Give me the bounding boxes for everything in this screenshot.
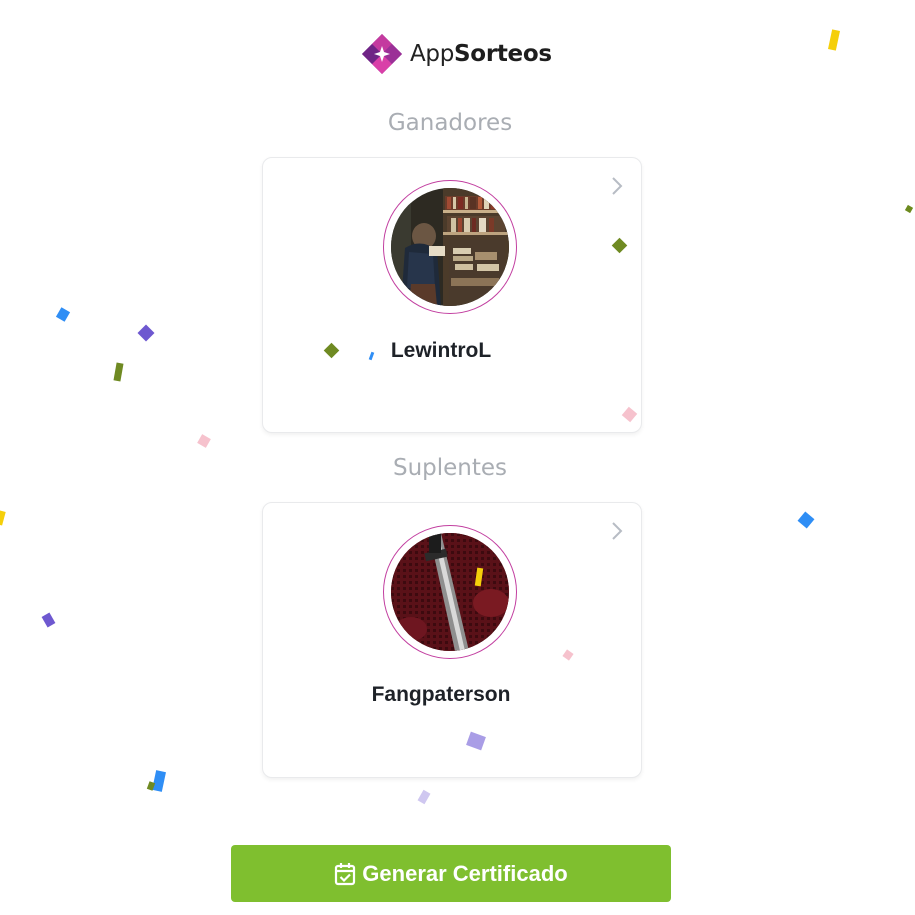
- confetti-piece: [828, 29, 840, 51]
- confetti-piece: [137, 324, 155, 342]
- confetti-piece: [417, 789, 431, 805]
- avatar-ring: [383, 525, 517, 659]
- confetti-piece: [41, 612, 56, 628]
- substitute-username: Fangpaterson: [371, 683, 511, 706]
- winner-username: LewintroL: [390, 339, 492, 362]
- confetti-piece: [197, 434, 211, 448]
- winners-title: Ganadores: [387, 110, 513, 136]
- generate-certificate-label: Generar Certificado: [362, 860, 568, 886]
- generate-certificate-button[interactable]: Generar Certificado: [231, 845, 671, 902]
- sword-photo-avatar: [391, 533, 509, 651]
- confetti-piece: [55, 307, 71, 322]
- confetti-piece: [152, 770, 166, 792]
- chevron-right-icon[interactable]: [609, 519, 625, 543]
- confetti-piece: [113, 362, 124, 382]
- avatar-ring: [383, 180, 517, 314]
- bookshelf-photo-avatar: [391, 188, 509, 306]
- brand-header[interactable]: AppSorteos: [360, 31, 552, 77]
- confetti-piece: [0, 510, 6, 526]
- appsorteos-logo-icon: [362, 34, 402, 74]
- winner-card[interactable]: LewintroL: [262, 157, 642, 433]
- confetti-piece: [904, 204, 914, 214]
- substitute-card[interactable]: Fangpaterson: [262, 502, 642, 778]
- chevron-right-icon[interactable]: [609, 174, 625, 198]
- brand-name: AppSorteos: [410, 41, 552, 67]
- calendar-check-icon: [334, 862, 356, 886]
- results-page: AppSorteos Ganadores LewintroL Suplentes…: [0, 0, 915, 915]
- brand-name-regular: App: [410, 41, 455, 67]
- brand-name-bold: Sorteos: [454, 41, 552, 67]
- confetti-piece: [797, 511, 815, 529]
- substitutes-title: Suplentes: [392, 455, 508, 481]
